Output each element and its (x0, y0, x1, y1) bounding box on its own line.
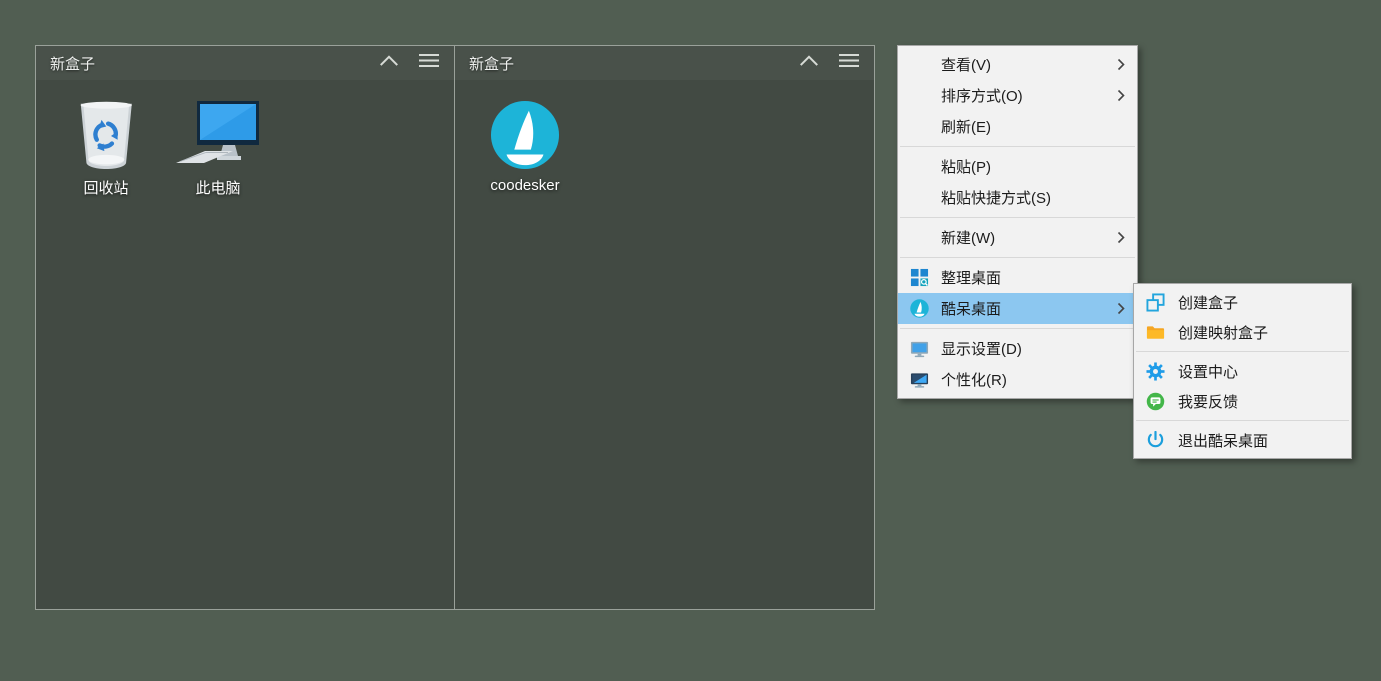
menu-item-label: 查看(V) (941, 54, 1111, 75)
menu-icon-slot (908, 188, 930, 208)
menu-item-settings-center[interactable]: 设置中心 (1134, 356, 1351, 386)
display-settings-icon (908, 339, 930, 359)
menu-item-organize-desktop[interactable]: 整理桌面 (898, 262, 1137, 293)
box-titlebar[interactable]: 新盒子 (36, 46, 454, 80)
desktop-icon-label: 回收站 (83, 177, 128, 198)
menu-item-sort-by[interactable]: 排序方式(O) (898, 80, 1137, 111)
create-mapped-box-icon (1144, 322, 1166, 342)
menu-icon-slot (908, 228, 930, 248)
menu-separator (900, 146, 1135, 147)
menu-icon-slot (908, 86, 930, 106)
menu-item-personalize[interactable]: 个性化(R) (898, 364, 1137, 395)
menu-item-label: 粘贴(P) (941, 156, 1111, 177)
menu-separator (900, 257, 1135, 258)
box-body[interactable]: coodesker (455, 80, 874, 204)
context-menu: 查看(V) 排序方式(O) 刷新(E) 粘贴(P) 粘贴快捷方式(S) 新建(W) 整理桌面… (897, 45, 1138, 399)
menu-item-label: 新建(W) (941, 227, 1111, 248)
menu-item-coodesker-desktop[interactable]: 酷呆桌面 (898, 293, 1137, 324)
menu-item-paste[interactable]: 粘贴(P) (898, 151, 1137, 182)
menu-icon-slot (908, 55, 930, 75)
settings-center-icon (1144, 361, 1166, 381)
menu-item-label: 退出酷呆桌面 (1178, 430, 1325, 451)
box-title: 新盒子 (469, 53, 782, 74)
organizer-box-1: 新盒子 回收站 此电脑 (35, 45, 455, 610)
menu-item-view[interactable]: 查看(V) (898, 49, 1137, 80)
desktop-icon-label: coodesker (490, 177, 559, 194)
box-body[interactable]: 回收站 此电脑 (36, 80, 454, 208)
box-menu-button[interactable] (836, 51, 862, 75)
menu-item-label: 整理桌面 (941, 267, 1111, 288)
menu-item-create-box[interactable]: 创建盒子 (1134, 287, 1351, 317)
menu-separator (1136, 351, 1349, 352)
menu-item-label: 排序方式(O) (941, 85, 1111, 106)
menu-item-label: 创建盒子 (1178, 292, 1325, 313)
submenu-arrow-icon (1111, 58, 1125, 71)
menu-item-create-mapped-box[interactable]: 创建映射盒子 (1134, 317, 1351, 347)
collapse-button[interactable] (796, 51, 822, 75)
desktop-icon-this-pc[interactable]: 此电脑 (166, 94, 270, 198)
menu-item-label: 刷新(E) (941, 116, 1111, 137)
organizer-box-2: 新盒子 coodesker (454, 45, 875, 610)
menu-item-label: 粘贴快捷方式(S) (941, 187, 1111, 208)
box-titlebar[interactable]: 新盒子 (455, 46, 874, 80)
personalize-icon (908, 370, 930, 390)
submenu-arrow-icon (1111, 89, 1125, 102)
power-icon (1144, 430, 1166, 450)
menu-item-label: 创建映射盒子 (1178, 322, 1325, 343)
menu-item-label: 个性化(R) (941, 369, 1111, 390)
hamburger-icon (419, 53, 439, 73)
menu-icon-slot (908, 117, 930, 137)
recycle-bin-icon (76, 94, 137, 170)
box-title: 新盒子 (50, 53, 362, 74)
hamburger-icon (839, 53, 859, 73)
desktop-icon-label: 此电脑 (195, 177, 240, 198)
desktop[interactable]: 新盒子 回收站 此电脑 新盒子 (0, 0, 1381, 681)
organize-desktop-icon (908, 268, 930, 288)
menu-item-new[interactable]: 新建(W) (898, 222, 1137, 253)
desktop-icon-recycle-bin[interactable]: 回收站 (54, 94, 158, 198)
menu-item-label: 设置中心 (1178, 361, 1325, 382)
submenu-arrow-icon (1111, 302, 1125, 315)
box-menu-button[interactable] (416, 51, 442, 75)
menu-item-refresh[interactable]: 刷新(E) (898, 111, 1137, 142)
menu-item-exit-coodesker[interactable]: 退出酷呆桌面 (1134, 425, 1351, 455)
collapse-button[interactable] (376, 51, 402, 75)
create-box-icon (1144, 292, 1166, 312)
feedback-icon (1144, 391, 1166, 411)
submenu-arrow-icon (1111, 231, 1125, 244)
chevron-up-icon (378, 54, 400, 72)
menu-item-display-settings[interactable]: 显示设置(D) (898, 333, 1137, 364)
menu-separator (900, 217, 1135, 218)
menu-separator (1136, 420, 1349, 421)
menu-item-label: 酷呆桌面 (941, 298, 1111, 319)
coodesker-icon (908, 299, 930, 319)
menu-item-feedback[interactable]: 我要反馈 (1134, 386, 1351, 416)
menu-item-label: 我要反馈 (1178, 391, 1325, 412)
desktop-icon-coodesker[interactable]: coodesker (473, 94, 577, 194)
coodesker-icon (490, 94, 560, 170)
coodesker-submenu: 创建盒子创建映射盒子设置中心我要反馈退出酷呆桌面 (1133, 283, 1352, 459)
menu-separator (900, 328, 1135, 329)
chevron-up-icon (798, 54, 820, 72)
this-pc-icon (175, 94, 261, 170)
menu-item-paste-shortcut[interactable]: 粘贴快捷方式(S) (898, 182, 1137, 213)
menu-item-label: 显示设置(D) (941, 338, 1111, 359)
menu-icon-slot (908, 157, 930, 177)
